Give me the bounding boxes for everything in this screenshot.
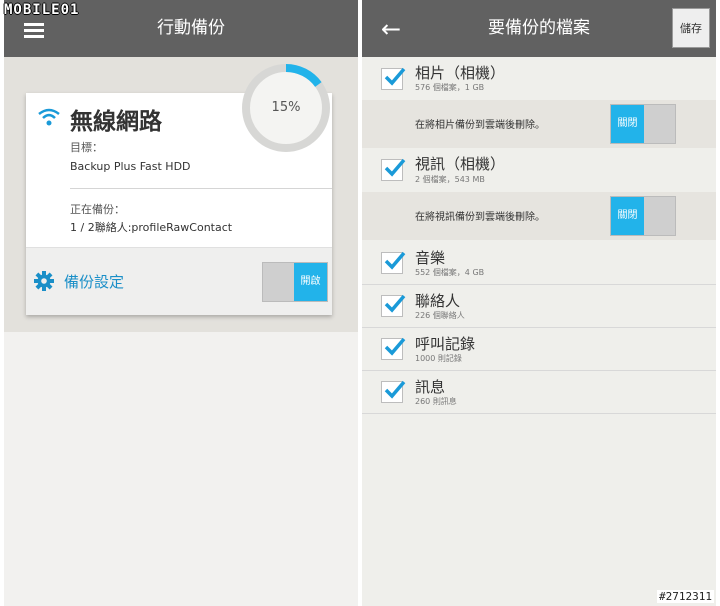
network-name: 無線網路 [70,109,162,135]
toggle-knob: 關閉 [611,197,644,235]
item-title: 相片（相機） [415,64,506,82]
checkmark-icon [384,251,406,270]
screen-title: 要備份的檔案 [488,18,590,38]
photo-delete-label: 在將相片備份到雲端後刪除。 [415,120,545,131]
photo-delete-row: 在將相片備份到雲端後刪除。 關閉 [362,100,716,148]
item-subtitle: 552 個檔案，4 GB [415,268,485,277]
item-title: 呼叫記錄 [415,335,476,353]
backup-settings-row: 備份設定 開啟 [26,247,332,315]
app-bar: ← 要備份的檔案 儲存 [362,0,716,57]
item-title: 音樂 [415,249,446,267]
empty-background [4,332,358,606]
backup-status-area: 無線網路 目標： Backup Plus Fast HDD 正在備份： 1 / … [4,57,358,332]
item-subtitle: 260 則訊息 [415,397,457,406]
progress-percent: 15% [271,100,301,115]
checkbox-contacts[interactable] [381,294,406,317]
list-item-video[interactable]: 視訊（相機） 2 個檔案，543 MB [362,148,716,196]
gear-icon [34,271,54,291]
checkmark-icon [384,380,406,399]
checkbox-messages[interactable] [381,380,406,403]
checkbox-music[interactable] [381,251,406,274]
backup-settings-link[interactable]: 備份設定 [64,271,124,292]
divider [362,413,716,414]
backup-toggle[interactable]: 開啟 [262,262,328,302]
item-subtitle: 2 個檔案，543 MB [415,175,485,184]
video-delete-label: 在將視訊備份到雲端後刪除。 [415,212,545,223]
target-label: 目標： [70,141,103,154]
item-subtitle: 1000 則記錄 [415,354,462,363]
item-title: 視訊（相機） [415,155,506,173]
checkbox-photos[interactable] [381,67,406,90]
save-button[interactable]: 儲存 [672,8,710,48]
checkmark-icon [384,337,406,356]
checkbox-video[interactable] [381,158,406,181]
files-to-backup-screen: ← 要備份的檔案 儲存 相片（相機） 576 個檔案，1 GB 在將相片備份到雲… [362,0,716,606]
checkmark-icon [384,294,406,313]
toggle-knob: 開啟 [294,263,327,301]
wifi-icon [38,108,60,126]
list-item-contacts[interactable]: 聯絡人 226 個聯絡人 [362,285,716,327]
list-item-call-log[interactable]: 呼叫記錄 1000 則記錄 [362,328,716,370]
post-id-label: #2712311 [657,590,714,603]
item-subtitle: 576 個檔案，1 GB [415,83,485,92]
status-value: 1 / 2聯絡人:profileRawContact [70,221,233,234]
checkmark-icon [384,158,406,177]
video-delete-row: 在將視訊備份到雲端後刪除。 關閉 [362,192,716,240]
list-item-music[interactable]: 音樂 552 個檔案，4 GB [362,242,716,285]
divider [70,188,332,189]
video-delete-toggle[interactable]: 關閉 [610,196,676,236]
toggle-knob: 關閉 [611,105,644,143]
list-item-messages[interactable]: 訊息 260 則訊息 [362,371,716,413]
watermark-logo: MOBILE01 [4,2,80,18]
item-title: 訊息 [415,378,446,396]
item-title: 聯絡人 [415,292,461,310]
status-label: 正在備份： [70,203,125,216]
checkmark-icon [384,67,406,86]
photo-delete-toggle[interactable]: 關閉 [610,104,676,144]
list-item-photos[interactable]: 相片（相機） 576 個檔案，1 GB [362,57,716,105]
backup-screen: 行動備份 無線網路 目標： Backup Plus Fast HDD 正在備份：… [4,0,358,606]
target-value: Backup Plus Fast HDD [70,160,191,173]
checkbox-call-log[interactable] [381,337,406,360]
item-subtitle: 226 個聯絡人 [415,311,465,320]
